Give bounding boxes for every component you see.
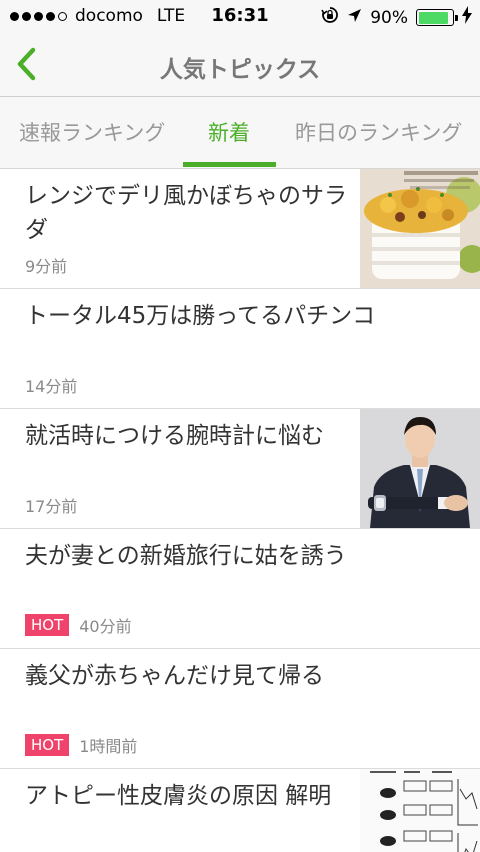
article-meta: 17分前 bbox=[25, 493, 77, 517]
location-arrow-icon bbox=[347, 8, 362, 28]
article-time: 1時間前 bbox=[79, 737, 138, 756]
article-title: アトピー性皮膚炎の原因 解明 bbox=[25, 783, 332, 809]
battery-icon bbox=[416, 9, 458, 26]
tab-bar: 速報ランキング 新着 昨日のランキング bbox=[0, 97, 480, 169]
status-right: 90% bbox=[321, 6, 472, 29]
list-item[interactable]: 夫が妻との新婚旅行に姑を誘う HOT 40分前 bbox=[0, 529, 480, 649]
hot-badge: HOT bbox=[25, 734, 70, 756]
research-chart-image bbox=[360, 769, 480, 852]
article-time: 17分前 bbox=[25, 497, 78, 516]
article-meta: 9分前 bbox=[25, 253, 67, 277]
article-time: 14分前 bbox=[25, 377, 78, 396]
article-meta: HOT 1時間前 bbox=[25, 733, 137, 757]
pumpkin-salad-image bbox=[360, 169, 480, 288]
businessman-watch-image bbox=[360, 409, 480, 528]
article-time: 40分前 bbox=[79, 617, 132, 636]
hot-badge: HOT bbox=[25, 614, 70, 636]
battery-level-fill bbox=[418, 11, 449, 24]
article-list: レンジでデリ風かぼちゃのサラダ 9分前 トータル45万は勝ってるパチンコ 14分… bbox=[0, 169, 480, 852]
battery-percent: 90% bbox=[370, 7, 408, 28]
list-item[interactable]: 義父が赤ちゃんだけ見て帰る HOT 1時間前 bbox=[0, 649, 480, 769]
list-item[interactable]: トータル45万は勝ってるパチンコ 14分前 bbox=[0, 289, 480, 409]
tab-new[interactable]: 新着 bbox=[208, 117, 250, 147]
tab-yesterday-ranking[interactable]: 昨日のランキング bbox=[295, 117, 462, 147]
list-item[interactable]: レンジでデリ風かぼちゃのサラダ 9分前 bbox=[0, 169, 480, 289]
article-title: トータル45万は勝ってるパチンコ bbox=[25, 303, 376, 329]
article-time: 9分前 bbox=[25, 257, 68, 276]
status-bar: docomo LTE 16:31 90% bbox=[0, 0, 480, 34]
article-meta: HOT 40分前 bbox=[25, 613, 132, 637]
charging-bolt-icon bbox=[462, 6, 472, 29]
article-title: 義父が赤ちゃんだけ見て帰る bbox=[25, 663, 324, 689]
page-title: 人気トピックス bbox=[159, 57, 321, 83]
rotation-lock-icon bbox=[321, 6, 339, 29]
article-title: 就活時につける腕時計に悩む bbox=[25, 423, 324, 449]
list-item[interactable]: アトピー性皮膚炎の原因 解明 bbox=[0, 769, 480, 852]
article-meta: 14分前 bbox=[25, 373, 77, 397]
list-item[interactable]: 就活時につける腕時計に悩む 17分前 bbox=[0, 409, 480, 529]
tab-breaking-ranking[interactable]: 速報ランキング bbox=[19, 117, 165, 147]
active-tab-indicator bbox=[183, 162, 276, 167]
article-title: レンジでデリ風かぼちゃのサラダ bbox=[25, 183, 347, 243]
navigation-bar: 人気トピックス bbox=[0, 34, 480, 97]
article-title: 夫が妻との新婚旅行に姑を誘う bbox=[25, 543, 347, 569]
